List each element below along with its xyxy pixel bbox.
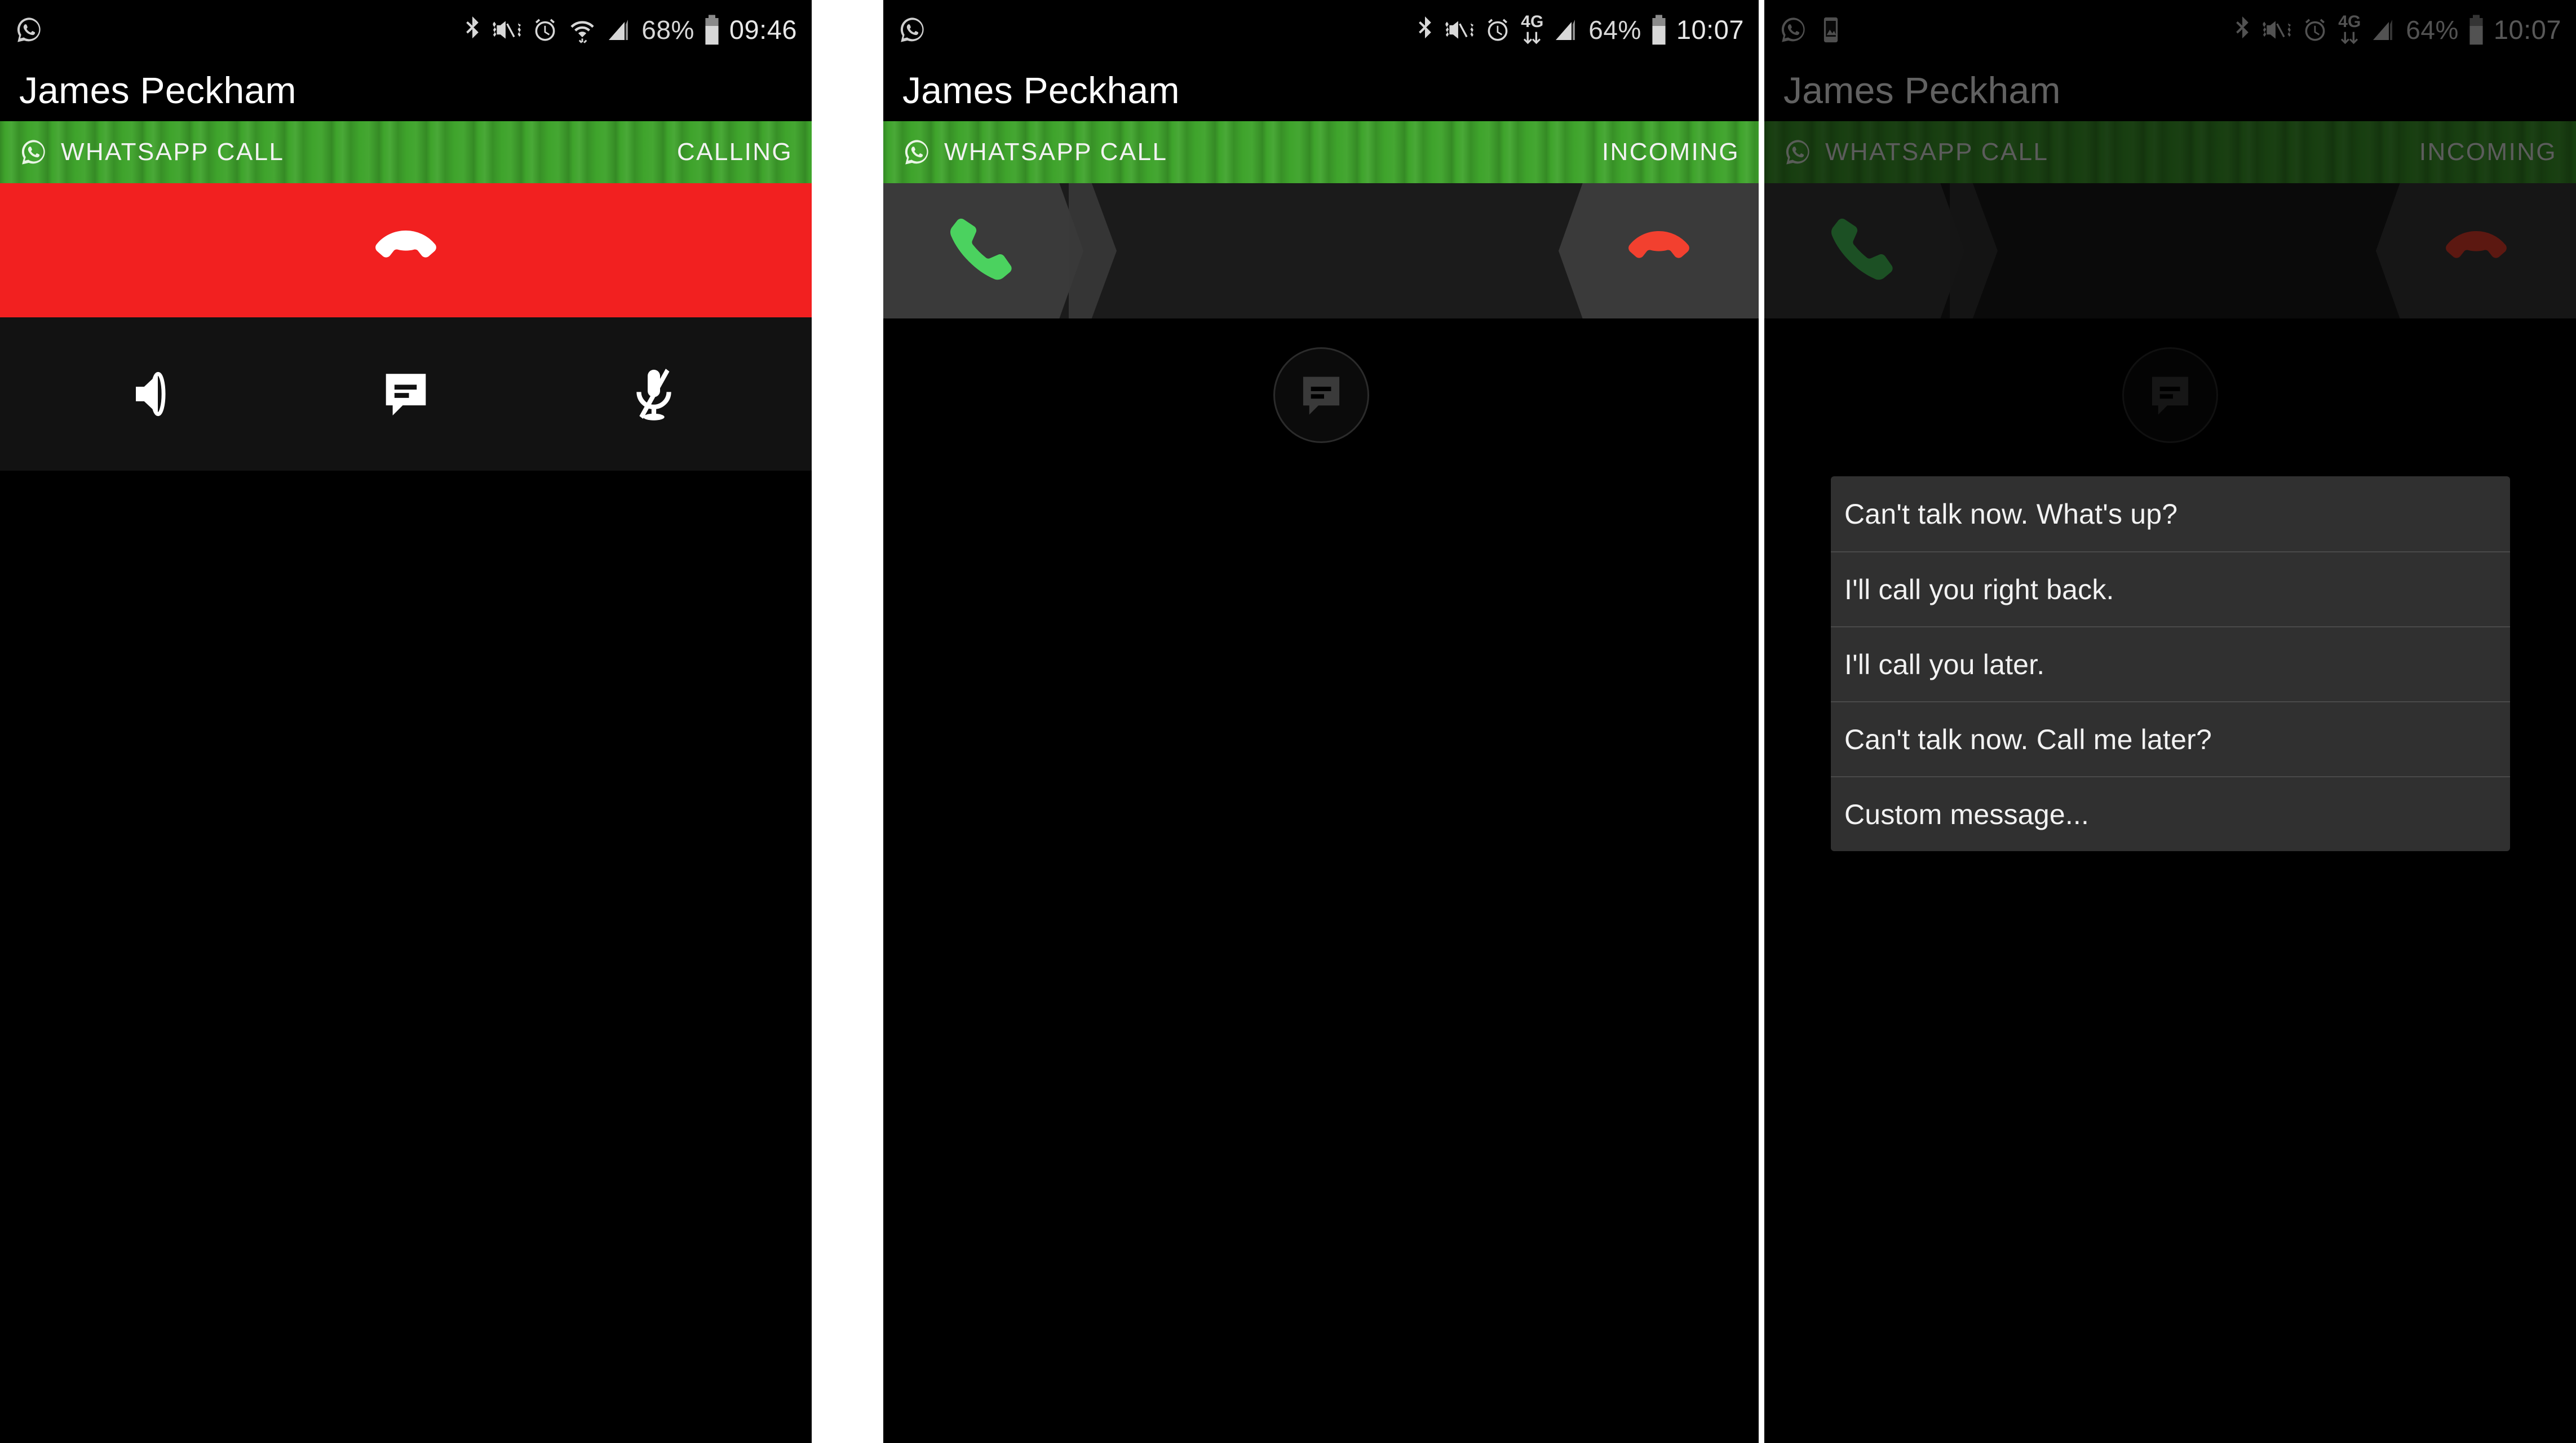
status-bar: 68% 09:46 bbox=[0, 0, 812, 59]
quick-reply-item[interactable]: I'll call you right back. bbox=[1831, 551, 2510, 626]
phone-handset-icon[interactable] bbox=[941, 209, 1026, 293]
call-status-label: CALLING bbox=[676, 138, 793, 166]
whatsapp-icon bbox=[900, 17, 924, 42]
data-icon: 4G bbox=[1521, 14, 1543, 45]
call-status-bar: WHATSAPP CALL INCOMING bbox=[883, 121, 1759, 183]
hangup-icon[interactable] bbox=[364, 208, 448, 293]
phone-screen-quick-reply-menu: 4G 64% 10:07 bbox=[1764, 0, 2576, 1443]
quick-reply-bar bbox=[883, 318, 1759, 472]
whatsapp-icon bbox=[17, 17, 41, 42]
clock-label: 09:46 bbox=[729, 15, 797, 45]
battery-percent-label: 64% bbox=[1588, 15, 1641, 45]
mute-vibrate-icon bbox=[1445, 20, 1474, 39]
quick-reply-item[interactable]: I'll call you later. bbox=[1831, 626, 2510, 701]
status-bar-right-icons: 68% 09:46 bbox=[462, 14, 797, 46]
message-icon[interactable] bbox=[1293, 367, 1349, 423]
status-bar-left-icons bbox=[15, 15, 44, 45]
status-bar: 4G 64% 10:07 bbox=[883, 0, 1759, 59]
quick-reply-label: Custom message... bbox=[1844, 798, 2090, 830]
phone-screen-outgoing-call: 68% 09:46 James Peckham WHATSAPP CALL CA… bbox=[0, 0, 812, 1443]
whatsapp-icon bbox=[21, 140, 45, 165]
contact-name-header: James Peckham bbox=[0, 59, 812, 121]
mute-vibrate-icon bbox=[493, 20, 521, 39]
whatsapp-icon bbox=[905, 140, 928, 165]
quick-reply-menu: Can't talk now. What's up? I'll call you… bbox=[1831, 476, 2510, 851]
hangup-icon[interactable] bbox=[1617, 209, 1701, 293]
in-call-controls bbox=[0, 317, 812, 471]
mute-button[interactable] bbox=[603, 343, 705, 445]
contact-name-label: James Peckham bbox=[19, 69, 296, 111]
status-bar-right-icons: 4G 64% 10:07 bbox=[1415, 14, 1744, 46]
answer-decline-gap bbox=[1117, 183, 1559, 318]
wifi-icon bbox=[570, 20, 594, 43]
quick-reply-label: I'll call you right back. bbox=[1844, 573, 2114, 605]
answer-slider-arrow-icon bbox=[1069, 183, 1117, 318]
data-transfer-arrows-icon bbox=[1524, 32, 1541, 44]
mic-muted-icon[interactable] bbox=[623, 363, 685, 425]
alarm-icon bbox=[1488, 19, 1508, 41]
speaker-icon[interactable] bbox=[127, 363, 189, 425]
call-status-label: INCOMING bbox=[1601, 138, 1740, 166]
alarm-icon bbox=[535, 19, 555, 41]
decline-call-button[interactable] bbox=[1559, 183, 1759, 318]
speaker-button[interactable] bbox=[107, 343, 209, 445]
quick-reply-item-custom[interactable]: Custom message... bbox=[1831, 776, 2510, 851]
battery-icon bbox=[1652, 14, 1666, 45]
network-type-label: 4G bbox=[1521, 12, 1544, 32]
quick-reply-label: I'll call you later. bbox=[1844, 648, 2045, 680]
answer-decline-bar bbox=[883, 183, 1759, 318]
contact-name-header: James Peckham bbox=[883, 59, 1759, 121]
message-button[interactable] bbox=[355, 343, 457, 445]
screenshot-stage: 68% 09:46 James Peckham WHATSAPP CALL CA… bbox=[0, 0, 2576, 1443]
battery-icon bbox=[705, 14, 719, 45]
bluetooth-icon bbox=[466, 16, 479, 38]
call-type-label: WHATSAPP CALL bbox=[944, 138, 1168, 166]
quick-reply-item[interactable]: Can't talk now. Call me later? bbox=[1831, 701, 2510, 776]
battery-percent-label: 68% bbox=[641, 15, 694, 45]
phone-screen-incoming-call: 4G 64% 10:07 James Peckham WHATSAPP CALL… bbox=[883, 0, 1759, 1443]
clock-label: 10:07 bbox=[1676, 15, 1744, 45]
quick-reply-label: Can't talk now. What's up? bbox=[1844, 498, 2178, 530]
quick-reply-item[interactable]: Can't talk now. What's up? bbox=[1831, 476, 2510, 551]
bluetooth-icon bbox=[1419, 16, 1432, 38]
call-status-bar: WHATSAPP CALL CALLING bbox=[0, 121, 812, 183]
status-bar-left-icons bbox=[898, 15, 927, 45]
quick-reply-label: Can't talk now. Call me later? bbox=[1844, 723, 2212, 755]
signal-icon bbox=[609, 19, 628, 40]
end-call-bar[interactable] bbox=[0, 183, 812, 317]
call-type-label: WHATSAPP CALL bbox=[61, 138, 285, 166]
contact-name-label: James Peckham bbox=[902, 69, 1180, 111]
message-icon[interactable] bbox=[375, 363, 437, 425]
signal-icon bbox=[1556, 19, 1575, 40]
quick-reply-button[interactable] bbox=[1273, 347, 1369, 443]
answer-call-button[interactable] bbox=[883, 183, 1083, 318]
